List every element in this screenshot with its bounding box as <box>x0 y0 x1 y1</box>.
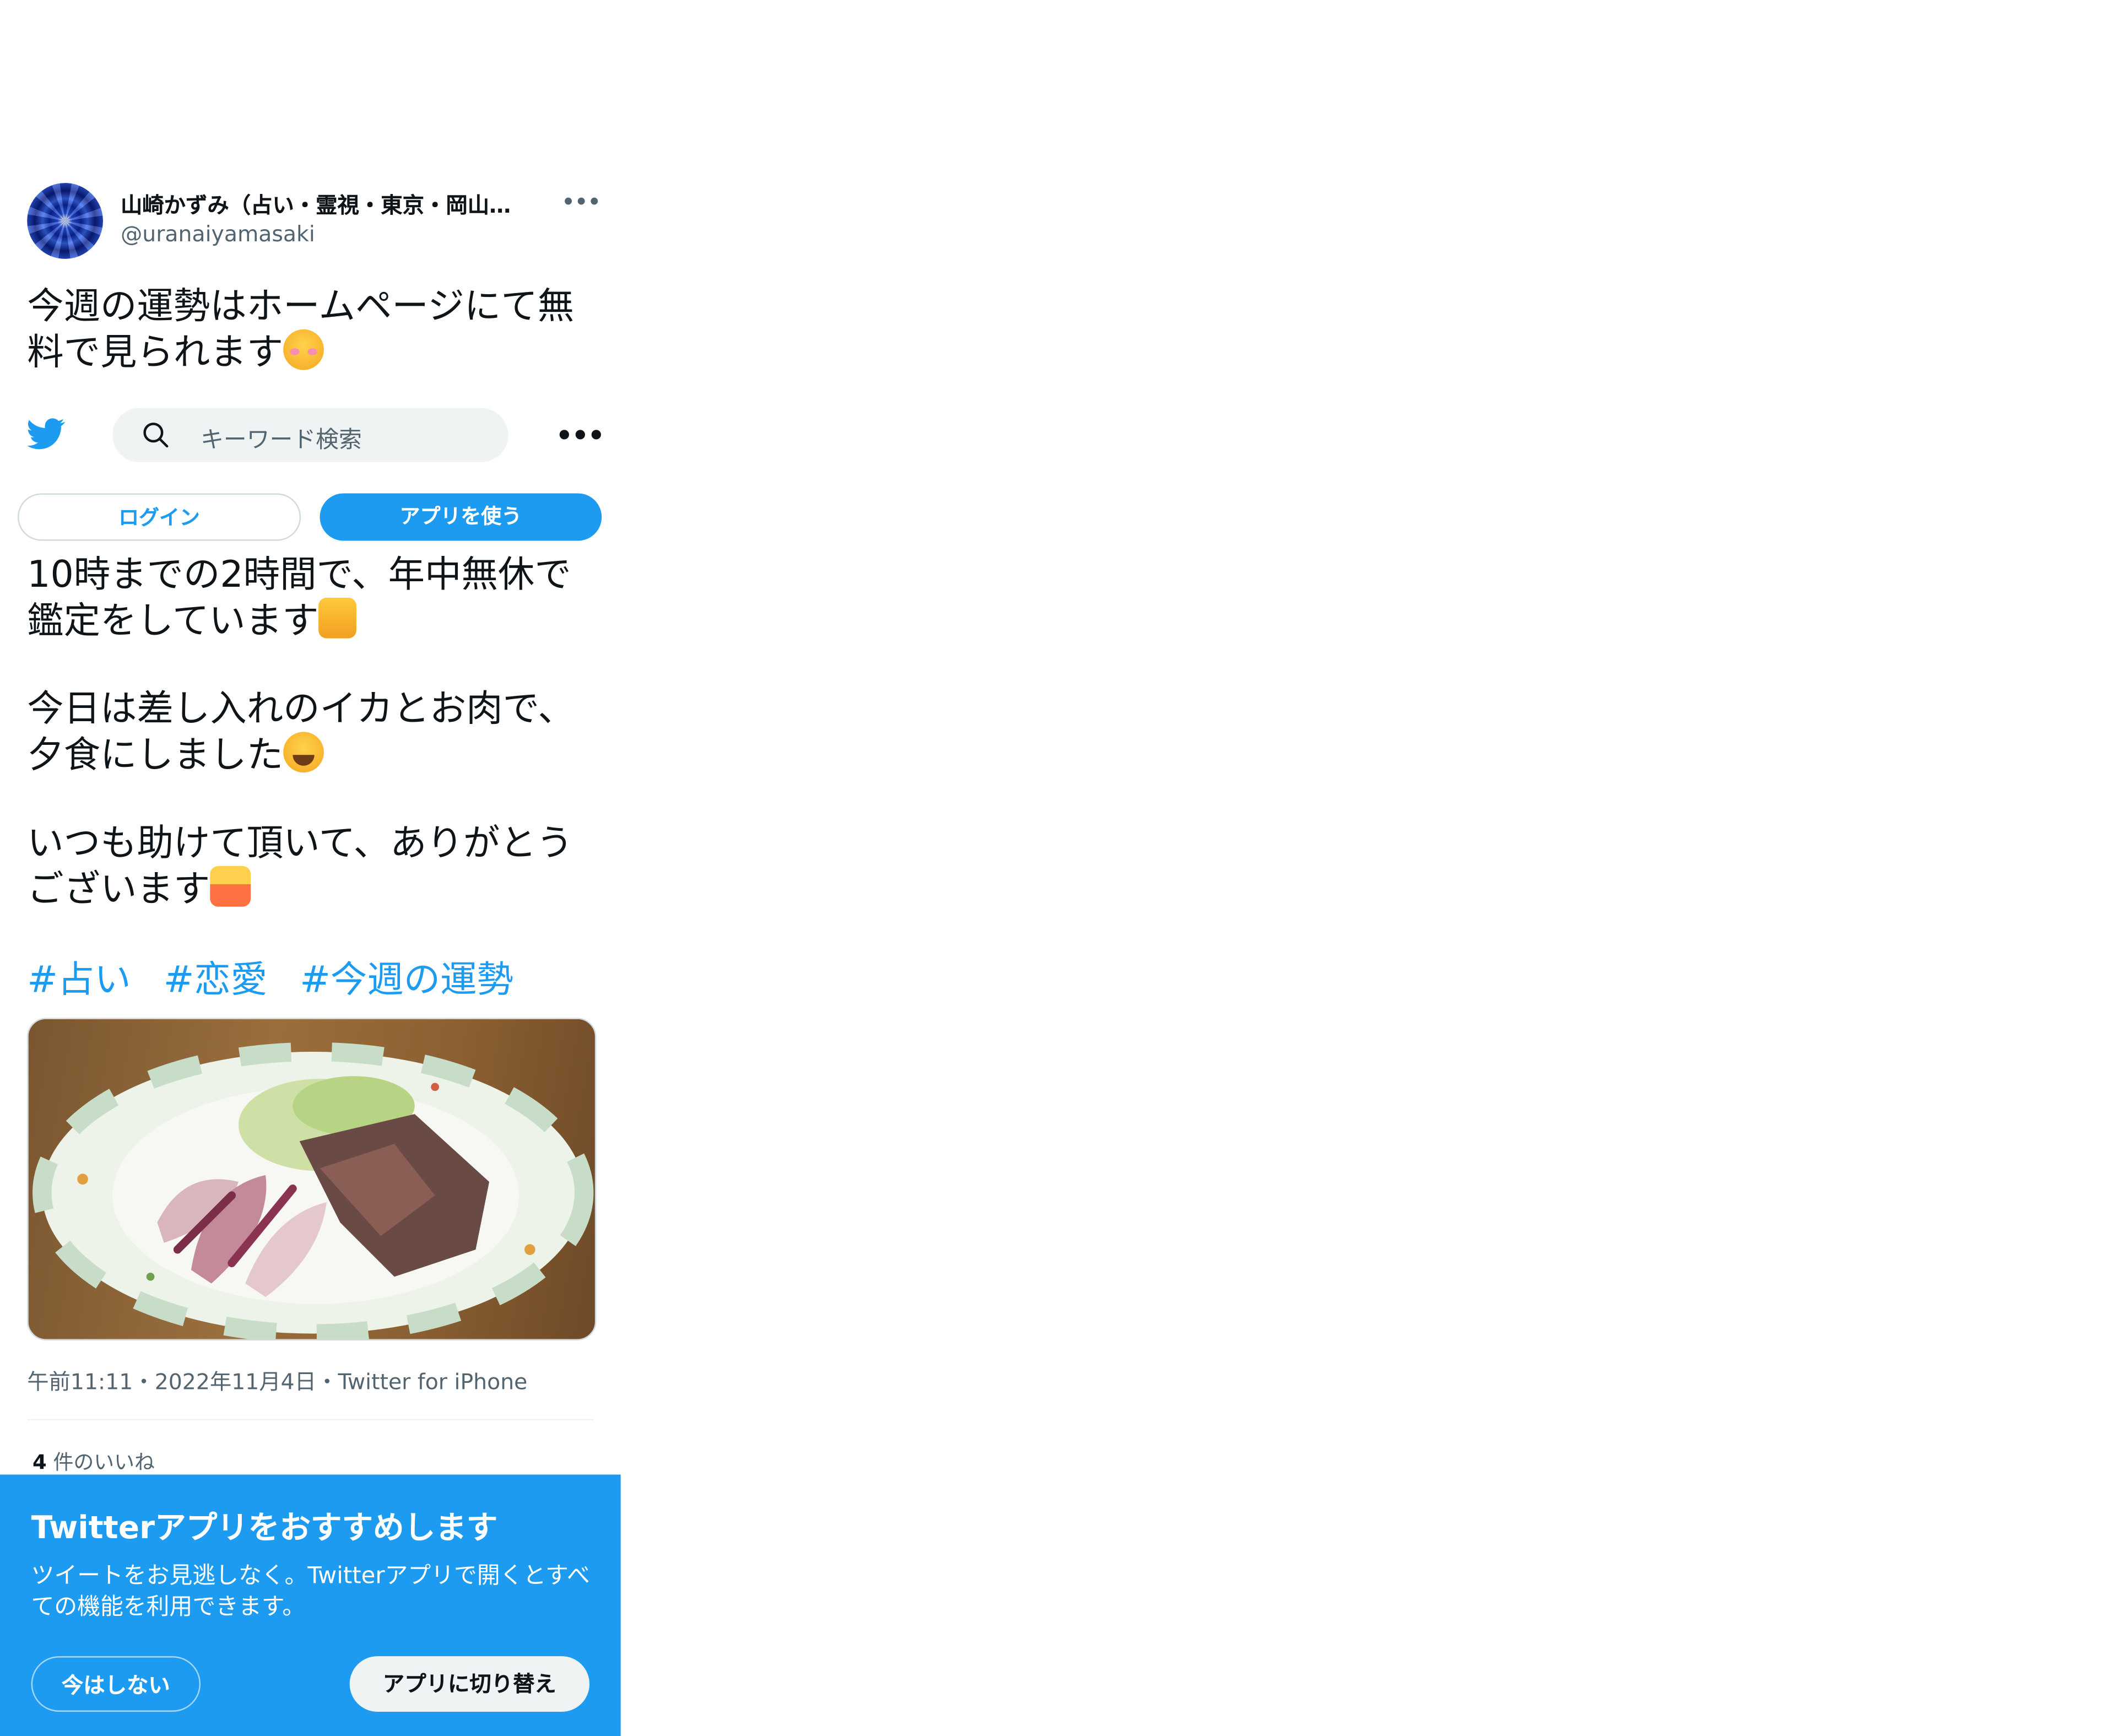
folded-hands-emoji-icon <box>318 597 357 639</box>
tweet-photo[interactable] <box>27 1018 597 1340</box>
display-name[interactable]: 山崎かずみ（占い・霊視・東京・岡山… <box>121 187 554 219</box>
tweet-text-line-3: 10時までの2時間で、年中無休で <box>27 554 571 597</box>
tweet-text-line-7: いつも助けて頂いて、ありがとう <box>27 823 573 865</box>
hashtag-link[interactable]: #占い <box>27 960 131 1002</box>
hashtag-link[interactable]: #今週の運勢 <box>300 960 513 1002</box>
promo-body: ツイートをお見逃しなく。Twitterアプリで開くとすべての機能を利用できます。 <box>31 1562 590 1621</box>
tweet-text-line-8: ございます <box>27 866 251 912</box>
grinning-squinting-face-emoji-icon <box>283 732 324 773</box>
bowing-person-emoji-icon <box>210 866 251 907</box>
smiling-face-emoji-icon <box>283 329 324 370</box>
tweet-timestamp[interactable]: 午前11:11・2022年11月4日・Twitter for iPhone <box>27 1364 527 1396</box>
food-plate-image <box>33 1042 594 1339</box>
more-menu-icon[interactable]: ••• <box>556 415 605 456</box>
avatar[interactable] <box>27 183 103 259</box>
tweet-text-line-4: 鑑定をしています <box>27 597 357 644</box>
tweet-text-line-2: 料で見られます <box>27 329 324 376</box>
likes-count[interactable]: 4 件のいいね <box>33 1447 155 1476</box>
twitter-bird-icon[interactable] <box>24 415 68 453</box>
hashtags: #占い #恋愛 #今週の運勢 <box>27 950 546 1003</box>
promo-title: Twitterアプリをおすすめします <box>31 1511 498 1546</box>
search-placeholder: キーワード検索 <box>201 426 362 455</box>
use-app-button[interactable]: アプリを使う <box>320 493 602 541</box>
tweet-text-line-1: 今週の運勢はホームページにて無 <box>27 286 575 328</box>
tweet-text-line-6: 夕食にしました <box>27 732 324 778</box>
hashtag-link[interactable]: #恋愛 <box>164 960 267 1002</box>
user-handle[interactable]: @uranaiyamasaki <box>121 221 315 247</box>
search-icon <box>143 423 169 448</box>
login-button[interactable]: ログイン <box>17 493 301 541</box>
tweet-text-line-5: 今日は差し入れのイカとお肉で、 <box>27 688 575 731</box>
switch-to-app-button[interactable]: アプリに切り替え <box>349 1656 590 1712</box>
not-now-button[interactable]: 今はしない <box>31 1656 201 1712</box>
more-horizontal-icon[interactable]: ••• <box>561 185 601 223</box>
divider <box>27 1419 594 1421</box>
